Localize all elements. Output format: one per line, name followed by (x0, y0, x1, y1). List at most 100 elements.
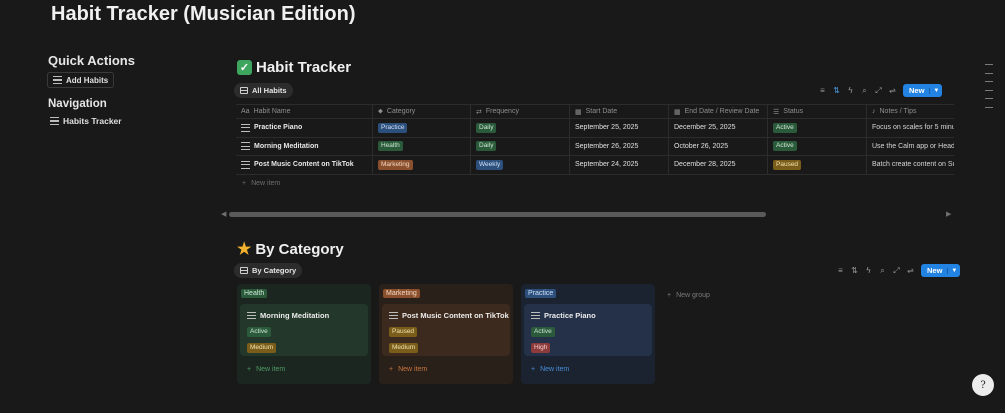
group-new-item-button[interactable]: + New item (531, 366, 569, 373)
check-mark-icon: ✓ (237, 60, 252, 75)
habit-name-cell[interactable]: Practice Piano (236, 119, 373, 137)
status-cell[interactable]: Active (768, 119, 867, 137)
scroll-left-icon[interactable]: ◀ (221, 210, 226, 218)
column-header-label: Start Date (585, 108, 618, 115)
status-badge: Active (247, 327, 271, 337)
end-date-cell[interactable]: December 25, 2025 (669, 119, 768, 137)
frequency-cell[interactable]: Daily (471, 137, 570, 155)
filter-icon[interactable]: ≡ (837, 266, 844, 275)
card-title-text: Practice Piano (544, 311, 596, 320)
tag-icon: ⬥ (378, 107, 383, 115)
frequency-tag: Weekly (476, 159, 504, 170)
status-badge: Paused (389, 327, 418, 337)
habits-table: Aa Habit Name ⬥ Category ⇄ Frequency ▦ Start… (236, 104, 954, 193)
plus-icon: + (389, 366, 394, 373)
scroll-right-icon[interactable]: ▶ (946, 210, 951, 218)
chevron-down-icon[interactable]: ▼ (947, 267, 960, 274)
habit-name-cell[interactable]: Morning Meditation (236, 137, 373, 155)
end-date-cell[interactable]: December 28, 2025 (669, 156, 768, 174)
status-badge: Active (773, 122, 797, 133)
column-header-label: Status (783, 108, 804, 115)
new-button-label: New (909, 86, 925, 95)
priority-badge: Medium (247, 343, 277, 353)
list-icon (241, 160, 250, 169)
table-row[interactable]: Practice Piano Practice Daily September … (236, 119, 954, 138)
group-new-item-button[interactable]: + New item (247, 366, 285, 373)
notes-cell[interactable]: Batch create content on Su (867, 156, 954, 174)
new-button[interactable]: New ▼ (903, 84, 943, 97)
group-new-item-button[interactable]: + New item (389, 366, 427, 373)
tab-all-habits[interactable]: All Habits (234, 83, 293, 98)
column-header[interactable]: ⬥ Category (373, 105, 471, 118)
group-tag: Marketing (383, 289, 420, 298)
lightning-icon[interactable]: ϟ (865, 266, 872, 275)
column-header[interactable]: ♪ Notes / Tips (867, 105, 954, 118)
chevron-down-icon[interactable]: ▼ (929, 87, 942, 94)
new-group-button[interactable]: + New group (667, 292, 710, 299)
category-cell[interactable]: Health (373, 137, 471, 155)
frequency-cell[interactable]: Daily (471, 119, 570, 137)
expand-icon[interactable]: ⤢ (875, 86, 882, 96)
habit-name-cell[interactable]: Post Music Content on TikTok (236, 156, 373, 174)
plus-icon: + (242, 180, 247, 187)
sort-icon[interactable]: ⇅ (851, 266, 858, 275)
category-cell[interactable]: Marketing (373, 156, 471, 174)
status-cell[interactable]: Active (768, 137, 867, 155)
frequency-cell[interactable]: Weekly (471, 156, 570, 174)
priority-badge: Medium (389, 343, 419, 353)
start-date-cell[interactable]: September 24, 2025 (570, 156, 669, 174)
end-date-cell[interactable]: October 26, 2025 (669, 137, 768, 155)
add-habits-button[interactable]: Add Habits (47, 72, 115, 88)
new-item-row[interactable]: + New item (236, 175, 954, 193)
search-icon[interactable]: ⌕ (879, 266, 886, 276)
frequency-tag: Daily (476, 122, 497, 133)
group-new-item-label: New item (256, 366, 286, 373)
notes-cell[interactable]: Use the Calm app or Heads (867, 138, 954, 156)
sort-icon[interactable]: ⇅ (833, 86, 840, 95)
table-of-contents-outline[interactable] (985, 64, 993, 115)
board-card[interactable]: Post Music Content on TikTok Paused Medi… (382, 304, 510, 356)
column-header[interactable]: ▦ End Date / Review Date (669, 105, 768, 118)
navigation-heading: Navigation (48, 98, 107, 110)
column-header-label: End Date / Review Date (684, 108, 760, 115)
help-icon[interactable]: ? (972, 374, 994, 396)
new-button-label: New (927, 266, 943, 275)
table-row[interactable]: Post Music Content on TikTok Marketing W… (236, 156, 954, 175)
new-button[interactable]: New ▼ (921, 264, 961, 277)
board-card[interactable]: Morning Meditation Active Medium (240, 304, 368, 356)
table-row[interactable]: Morning Meditation Health Daily Septembe… (236, 137, 954, 156)
nav-item-habits-tracker[interactable]: Habits Tracker (50, 116, 122, 126)
column-header[interactable]: ☰ Status (768, 105, 867, 118)
search-icon[interactable]: ⌕ (861, 86, 868, 96)
status-badge: Active (531, 327, 555, 337)
list-icon (241, 142, 250, 151)
settings-sliders-icon[interactable]: ⇌ (889, 86, 896, 95)
start-date-cell[interactable]: September 26, 2025 (570, 137, 669, 155)
filter-icon[interactable]: ≡ (819, 86, 826, 95)
column-header[interactable]: ▦ Start Date (570, 105, 669, 118)
lightning-icon[interactable]: ϟ (847, 86, 854, 95)
board-card[interactable]: Practice Piano Active High (524, 304, 652, 356)
tab-by-category[interactable]: By Category (234, 263, 303, 278)
expand-icon[interactable]: ⤢ (893, 266, 900, 276)
list-icon (53, 76, 62, 84)
group-tag: Practice (525, 289, 557, 298)
column-header[interactable]: ⇄ Frequency (471, 105, 570, 118)
group-new-item-label: New item (540, 366, 570, 373)
priority-badge: High (531, 343, 551, 353)
settings-sliders-icon[interactable]: ⇌ (907, 266, 914, 275)
column-header[interactable]: Aa Habit Name (236, 105, 373, 118)
list-icon (50, 117, 59, 125)
plus-icon: + (667, 292, 672, 299)
plus-icon: + (531, 366, 536, 373)
text-icon: Aa (241, 108, 250, 115)
star-icon: ★ (237, 241, 252, 258)
start-date-cell[interactable]: September 25, 2025 (570, 119, 669, 137)
column-header-label: Frequency (485, 108, 519, 115)
tab-by-category-label: By Category (252, 266, 297, 275)
category-cell[interactable]: Practice (373, 119, 471, 137)
card-title: Practice Piano (531, 311, 596, 320)
notes-cell[interactable]: Focus on scales for 5 minut (867, 119, 954, 137)
horizontal-scrollbar[interactable] (229, 212, 766, 217)
status-cell[interactable]: Paused (768, 156, 867, 174)
